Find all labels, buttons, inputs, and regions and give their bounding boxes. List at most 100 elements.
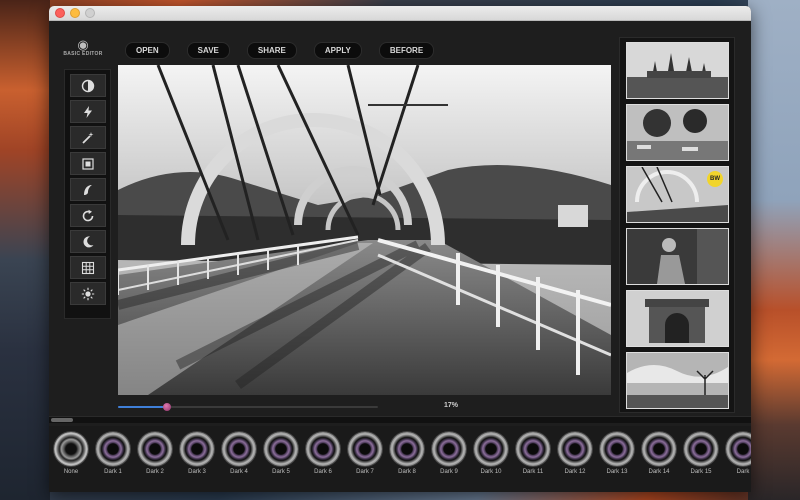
lens-icon xyxy=(222,432,256,466)
app-window: ◉ BASIC EDITOR OPEN SAVE SHARE APPLY BEF… xyxy=(49,6,751,492)
filter-label: Dark 11 xyxy=(522,469,544,475)
filter-label: Dark 10 xyxy=(480,469,502,475)
filter-label: Dark 4 xyxy=(230,469,248,475)
lens-icon xyxy=(642,432,676,466)
title-bar xyxy=(49,6,751,21)
moon-icon xyxy=(82,235,93,247)
scrollbar-knob[interactable] xyxy=(51,418,73,422)
filter-item[interactable]: Dark xyxy=(723,432,751,475)
editor-content: ◉ BASIC EDITOR OPEN SAVE SHARE APPLY BEF… xyxy=(49,21,751,492)
brand-label: BASIC EDITOR xyxy=(63,51,103,57)
tool-magic-wand[interactable] xyxy=(69,126,106,149)
eye-icon: ◉ xyxy=(77,37,89,52)
tool-crop[interactable] xyxy=(69,152,106,175)
save-button[interactable]: SAVE xyxy=(186,42,230,59)
lens-icon xyxy=(138,432,172,466)
tool-effects[interactable] xyxy=(69,178,106,201)
thumbnail-bridge[interactable]: BW xyxy=(626,166,729,223)
close-window-button[interactable] xyxy=(55,8,65,18)
slider-fill xyxy=(118,406,167,408)
filter-label: None xyxy=(63,469,79,475)
filter-item[interactable]: Dark 14 xyxy=(639,432,679,475)
lightning-icon xyxy=(83,105,92,118)
tool-rotate[interactable] xyxy=(69,204,106,227)
brightness-icon xyxy=(81,287,94,300)
photo-thumbnail-list[interactable]: BW xyxy=(619,37,735,413)
desktop-wallpaper-left xyxy=(0,0,50,500)
filter-item[interactable]: Dark 1 xyxy=(93,432,133,475)
top-toolbar: OPEN SAVE SHARE APPLY BEFORE xyxy=(125,42,435,59)
lens-icon xyxy=(180,432,214,466)
filter-strip: None Dark 1 Dark 2 Dark 3 Dark 4 Dark 5 Dark 6… xyxy=(49,426,751,492)
open-button[interactable]: OPEN xyxy=(125,42,170,59)
horizontal-scrollbar[interactable] xyxy=(49,416,751,423)
thumbnail-portrait[interactable] xyxy=(626,228,729,285)
filter-label: Dark 12 xyxy=(564,469,586,475)
filter-item[interactable]: Dark 15 xyxy=(681,432,721,475)
zoom-window-button[interactable] xyxy=(85,8,95,18)
tool-panel xyxy=(64,69,111,319)
filter-label: Dark 15 xyxy=(690,469,712,475)
thumbnail-image xyxy=(627,291,728,346)
desktop-wallpaper-right xyxy=(748,0,800,500)
slider-thumb[interactable] xyxy=(162,403,171,411)
lens-icon xyxy=(306,432,340,466)
tool-auto-enhance[interactable] xyxy=(69,100,106,123)
filter-item[interactable]: Dark 7 xyxy=(345,432,385,475)
filter-label: Dark 3 xyxy=(188,469,206,475)
filter-item[interactable]: Dark 3 xyxy=(177,432,217,475)
filter-item[interactable]: Dark 9 xyxy=(429,432,469,475)
photo-canvas[interactable] xyxy=(118,65,611,395)
filter-item[interactable]: Dark 6 xyxy=(303,432,343,475)
tool-grid[interactable] xyxy=(69,256,106,279)
lens-icon xyxy=(558,432,592,466)
intensity-slider[interactable] xyxy=(118,403,378,411)
tool-night[interactable] xyxy=(69,230,106,253)
lens-icon xyxy=(96,432,130,466)
lens-icon xyxy=(54,432,88,466)
thumbnail-temple[interactable] xyxy=(626,42,729,99)
filter-label: Dark 6 xyxy=(314,469,332,475)
grid-icon xyxy=(81,261,94,274)
filter-label: Dark 1 xyxy=(104,469,122,475)
filter-item[interactable]: Dark 8 xyxy=(387,432,427,475)
bw-badge: BW xyxy=(707,171,723,187)
filter-item[interactable]: Dark 2 xyxy=(135,432,175,475)
lens-icon xyxy=(390,432,424,466)
lens-icon xyxy=(684,432,718,466)
filter-item[interactable]: None xyxy=(51,432,91,475)
thumbnail-arch[interactable] xyxy=(626,290,729,347)
thumbnail-image xyxy=(627,43,728,98)
filter-label: Dark 9 xyxy=(440,469,458,475)
thumbnail-tree[interactable] xyxy=(626,352,729,409)
lens-icon xyxy=(474,432,508,466)
lens-icon xyxy=(264,432,298,466)
minimize-window-button[interactable] xyxy=(70,8,80,18)
intensity-percent: 17% xyxy=(444,402,459,409)
tool-contrast[interactable] xyxy=(69,74,106,97)
lens-icon xyxy=(600,432,634,466)
effects-icon xyxy=(83,184,92,195)
brand: ◉ BASIC EDITOR xyxy=(59,37,107,57)
lens-icon xyxy=(348,432,382,466)
share-button[interactable]: SHARE xyxy=(246,42,297,59)
filter-label: Dark 8 xyxy=(398,469,416,475)
thumbnail-image xyxy=(627,105,728,160)
filter-label: Dark 7 xyxy=(356,469,374,475)
apply-button[interactable]: APPLY xyxy=(313,42,362,59)
lens-icon xyxy=(516,432,550,466)
filter-item[interactable]: Dark 10 xyxy=(471,432,511,475)
thumbnail-image xyxy=(627,229,728,284)
lens-icon xyxy=(726,432,751,466)
thumbnail-park[interactable] xyxy=(626,104,729,161)
before-button[interactable]: BEFORE xyxy=(378,42,435,59)
filter-item[interactable]: Dark 11 xyxy=(513,432,553,475)
filter-item[interactable]: Dark 5 xyxy=(261,432,301,475)
tool-brightness[interactable] xyxy=(69,282,106,305)
filter-item[interactable]: Dark 4 xyxy=(219,432,259,475)
filter-item[interactable]: Dark 13 xyxy=(597,432,637,475)
contrast-icon xyxy=(81,79,94,92)
rotate-icon xyxy=(82,209,93,221)
lens-icon xyxy=(432,432,466,466)
filter-item[interactable]: Dark 12 xyxy=(555,432,595,475)
